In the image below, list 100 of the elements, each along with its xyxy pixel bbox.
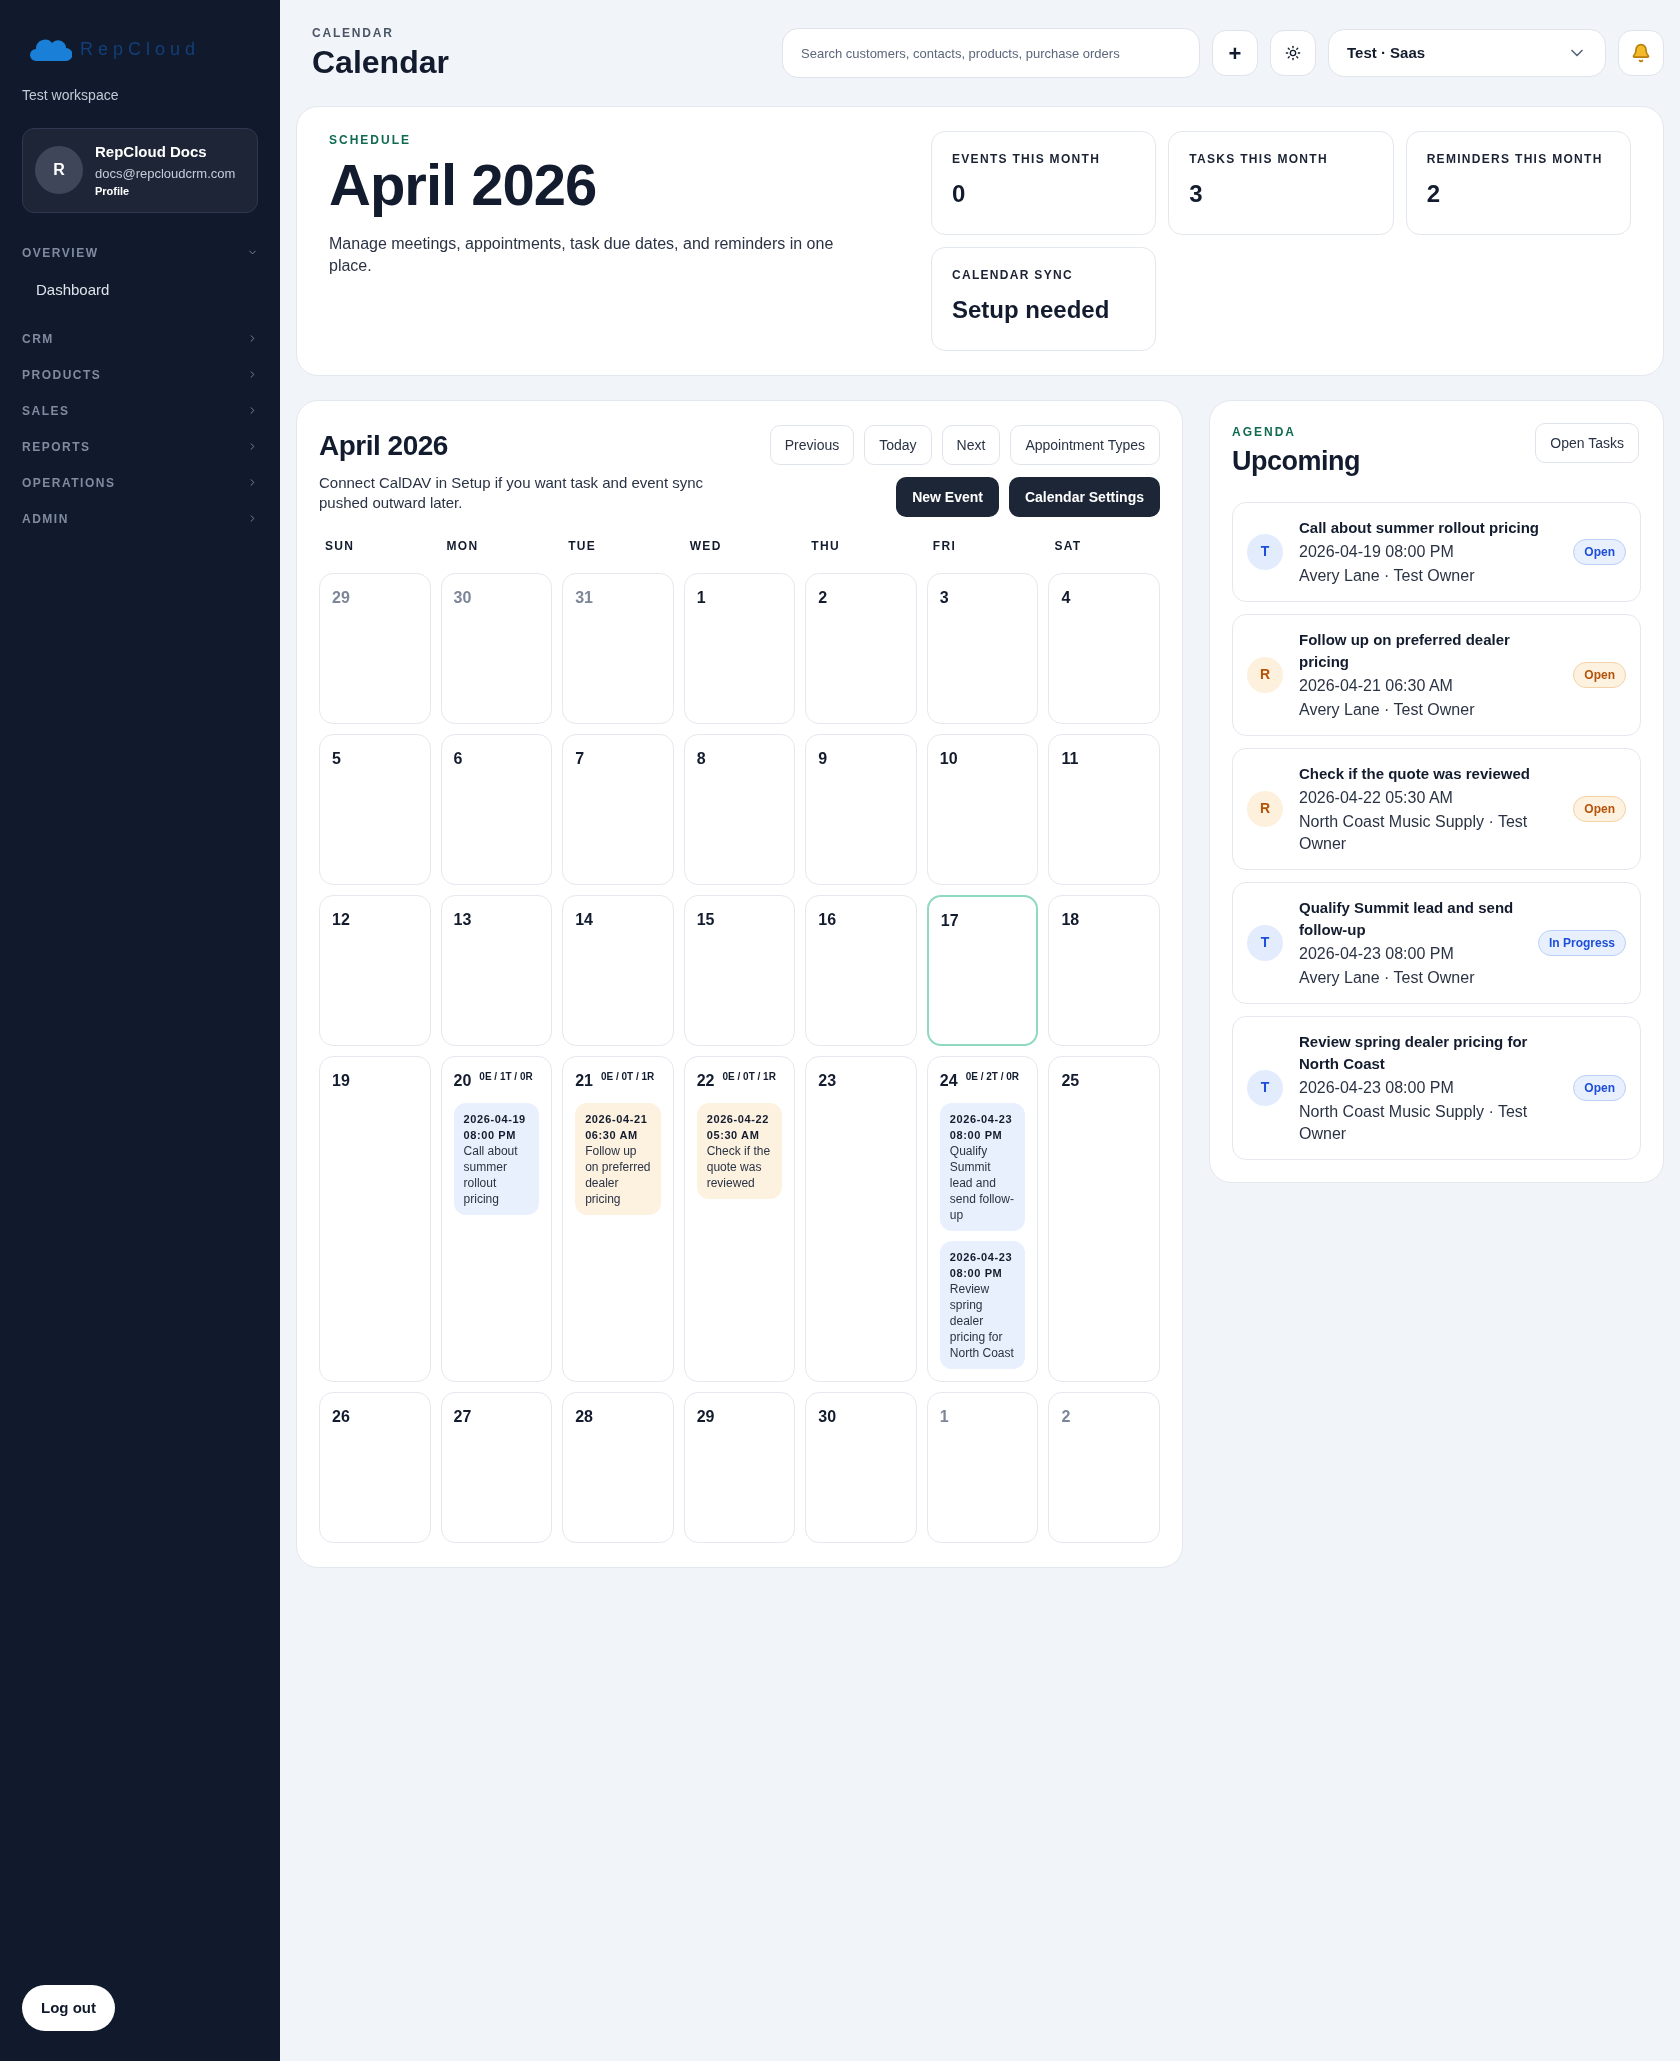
day-cell[interactable]: 11 — [1048, 734, 1160, 885]
day-cell[interactable]: 29 — [319, 573, 431, 724]
weekday-header: SUN — [324, 538, 356, 555]
day-cell[interactable]: 12 — [319, 895, 431, 1046]
day-cell[interactable]: 17 — [926, 895, 1039, 1046]
day-cell[interactable]: 25 — [1048, 1056, 1160, 1382]
agenda-item[interactable]: T Call about summer rollout pricing 2026-04-19 08:00 PM Avery Lane · Test Owner Open — [1232, 501, 1641, 602]
day-cell[interactable]: 31 — [562, 573, 674, 724]
event-time: 2026-04-23 08:00 PM — [949, 1112, 1014, 1143]
kind-badge: T — [1247, 533, 1283, 570]
search-field[interactable]: Search customers, contacts, products, purchase orders — [782, 28, 1200, 78]
day-cell[interactable]: 19 — [319, 1056, 431, 1382]
day-cell[interactable]: 7 — [562, 734, 674, 885]
nav-section[interactable]: PRODUCTS — [22, 356, 258, 393]
day-cell[interactable]: 1 — [926, 1392, 1039, 1543]
nav-item[interactable]: Dashboard — [22, 270, 258, 311]
event-card[interactable]: 2026-04-23 08:00 PM Review spring dealer pricing for North Coast — [939, 1241, 1026, 1369]
day-cell[interactable]: 23 — [805, 1056, 917, 1382]
day-cell[interactable]: 15 — [683, 895, 796, 1046]
day-number: 18 — [1061, 910, 1080, 930]
day-summary: 0E / 0T / 1R — [600, 1070, 655, 1084]
schedule-title: April 2026 — [329, 151, 598, 219]
day-number: 23 — [818, 1071, 837, 1091]
day-cell[interactable]: 30 — [805, 1392, 917, 1543]
stat-value: 3 — [1189, 179, 1204, 209]
status-pill: Open — [1573, 795, 1626, 822]
day-cell[interactable]: 16 — [805, 895, 917, 1046]
day-cell[interactable]: 2 — [1048, 1392, 1160, 1543]
status-pill: Open — [1573, 1074, 1626, 1101]
event-time: 2026-04-23 08:00 PM — [949, 1250, 1014, 1281]
day-cell[interactable]: 4 — [1048, 573, 1160, 724]
day-cell[interactable]: 10 — [926, 734, 1039, 885]
logout-button[interactable]: Log out — [22, 1985, 115, 2031]
profile-link[interactable]: Profile — [95, 183, 236, 200]
day-number: 13 — [453, 910, 472, 930]
add-button[interactable]: + — [1212, 30, 1258, 76]
day-cell[interactable]: 3 — [926, 573, 1039, 724]
toolbar-button[interactable]: New Event — [896, 477, 999, 517]
workspace-select[interactable]: Test · Saas — [1328, 29, 1606, 77]
day-number: 2 — [1061, 1407, 1071, 1427]
bell-icon — [1631, 43, 1651, 63]
day-cell[interactable]: 22 0E / 0T / 1R 2026-04-22 05:30 AM Check if the quote was reviewed — [683, 1056, 796, 1382]
day-cell[interactable]: 13 — [440, 895, 553, 1046]
agenda-item[interactable]: T Qualify Summit lead and send follow-up 2026-04-23 08:00 PM Avery Lane · Test Owner In Progress — [1232, 881, 1641, 1004]
toolbar-button[interactable]: Previous — [769, 425, 855, 465]
toolbar-button[interactable]: Next — [941, 425, 1001, 465]
open-tasks-button[interactable]: Open Tasks — [1535, 423, 1639, 463]
day-cell[interactable]: 29 — [683, 1392, 796, 1543]
event-card[interactable]: 2026-04-22 05:30 AM Check if the quote was reviewed — [696, 1103, 783, 1199]
nav-section[interactable]: REPORTS — [22, 428, 258, 465]
day-number: 1 — [939, 1407, 949, 1427]
day-cell[interactable]: 20 0E / 1T / 0R 2026-04-19 08:00 PM Call about summer rollout pricing — [440, 1056, 553, 1382]
agenda-item[interactable]: R Follow up on preferred dealer pricing 2026-04-21 06:30 AM Avery Lane · Test Owner Open — [1232, 613, 1641, 736]
event-title: Check if the quote was reviewed — [706, 1143, 772, 1191]
event-card[interactable]: 2026-04-19 08:00 PM Call about summer rollout pricing — [453, 1103, 540, 1215]
nav-section[interactable]: OPERATIONS — [22, 464, 258, 501]
day-number: 22 — [696, 1071, 715, 1091]
day-cell[interactable]: 6 — [440, 734, 553, 885]
event-card[interactable]: 2026-04-23 08:00 PM Qualify Summit lead and send follow-up — [939, 1103, 1026, 1231]
theme-toggle[interactable] — [1270, 30, 1316, 76]
section-eyebrow: AGENDA — [1232, 424, 1297, 441]
day-cell[interactable]: 30 — [440, 573, 553, 724]
agenda-title: Upcoming — [1232, 445, 1360, 478]
day-cell[interactable]: 1 — [683, 573, 796, 724]
day-cell[interactable]: 5 — [319, 734, 431, 885]
agenda-item[interactable]: T Review spring dealer pricing for North Coast 2026-04-23 08:00 PM North Coast Music Supply · Test Owner Open — [1232, 1015, 1641, 1160]
event-time: 2026-04-19 08:00 PM — [463, 1112, 527, 1143]
profile-card[interactable]: R RepCloud Docs docs@repcloudcrm.com Profile — [22, 128, 258, 213]
notifications-button[interactable] — [1618, 30, 1664, 76]
toolbar-button[interactable]: Today — [864, 425, 932, 465]
day-cell[interactable]: 26 — [319, 1392, 431, 1543]
day-cell[interactable]: 2 — [805, 573, 917, 724]
day-summary: 0E / 2T / 0R — [965, 1070, 1019, 1084]
day-cell[interactable]: 9 — [805, 734, 917, 885]
day-number: 30 — [453, 588, 472, 608]
day-number: 27 — [453, 1407, 472, 1427]
toolbar-button[interactable]: Calendar Settings — [1008, 477, 1160, 517]
agenda-item[interactable]: R Check if the quote was reviewed 2026-04-22 05:30 AM North Coast Music Supply · Test Owner Open — [1232, 747, 1641, 870]
stat-value: 0 — [952, 179, 967, 209]
day-number: 26 — [332, 1407, 350, 1427]
day-cell[interactable]: 8 — [683, 734, 796, 885]
toolbar-button[interactable]: Appointment Types — [1010, 425, 1160, 465]
day-cell[interactable]: 28 — [562, 1392, 674, 1543]
day-cell[interactable]: 18 — [1048, 895, 1160, 1046]
day-number: 1 — [696, 588, 706, 608]
agenda-meta: Avery Lane · Test Owner — [1299, 565, 1476, 586]
day-cell[interactable]: 14 — [562, 895, 674, 1046]
day-number: 11 — [1061, 749, 1079, 769]
day-cell[interactable]: 21 0E / 0T / 1R 2026-04-21 06:30 AM Follow up on preferred dealer pricing — [562, 1056, 674, 1382]
nav-section[interactable]: OVERVIEW — [22, 234, 258, 271]
day-number: 19 — [332, 1071, 350, 1091]
agenda-title-text: Call about summer rollout pricing — [1299, 517, 1541, 538]
nav-section[interactable]: ADMIN — [22, 500, 258, 537]
day-cell[interactable]: 27 — [440, 1392, 553, 1543]
nav-section[interactable]: SALES — [22, 392, 258, 429]
day-cell[interactable]: 24 0E / 2T / 0R 2026-04-23 08:00 PM Qualify Summit lead and send follow-up 2026-04-23 08:00 PM Review spring dealer pricing for North Coast — [926, 1056, 1039, 1382]
event-card[interactable]: 2026-04-21 06:30 AM Follow up on preferred dealer pricing — [575, 1103, 661, 1215]
sun-icon — [1285, 45, 1301, 61]
day-number: 6 — [453, 749, 463, 769]
nav-section[interactable]: CRM — [22, 320, 258, 357]
